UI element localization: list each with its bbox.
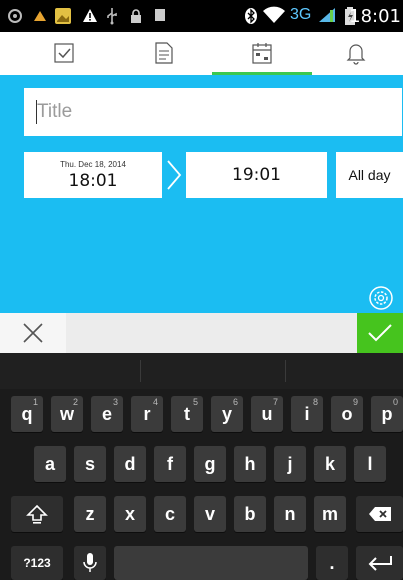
key-l[interactable]: l — [354, 446, 386, 482]
key-f[interactable]: f — [154, 446, 186, 482]
wifi-icon — [263, 6, 285, 23]
key-m[interactable]: m — [314, 496, 346, 532]
start-time: 18:01 — [68, 171, 118, 191]
app-notification-icon — [34, 11, 46, 21]
suggestion-divider — [285, 360, 286, 382]
key-h[interactable]: h — [234, 446, 266, 482]
key-b[interactable]: b — [234, 496, 266, 532]
tab-reminders[interactable] — [306, 32, 403, 74]
tab-notes[interactable] — [114, 32, 214, 74]
key-z[interactable]: z — [74, 496, 106, 532]
gear-icon[interactable] — [368, 285, 394, 311]
start-datetime-button[interactable]: Thu. Dec 18, 2014 18:01 — [24, 152, 162, 198]
key-d[interactable]: d — [114, 446, 146, 482]
bell-icon — [346, 44, 366, 65]
check-icon — [368, 324, 392, 342]
key-e[interactable]: e3 — [91, 396, 123, 432]
all-day-button[interactable]: All day — [336, 152, 403, 198]
end-time-button[interactable]: 19:01 — [186, 152, 327, 198]
suggestion-strip — [0, 353, 403, 389]
lock-icon — [131, 9, 141, 23]
voice-input-key[interactable] — [74, 546, 106, 580]
key-j[interactable]: j — [274, 446, 306, 482]
symbols-key[interactable]: ?123 — [11, 546, 63, 580]
shift-icon — [26, 504, 48, 524]
confirm-button[interactable] — [357, 313, 403, 353]
key-i[interactable]: i8 — [291, 396, 323, 432]
start-date: Thu. Dec 18, 2014 — [60, 160, 126, 169]
key-u[interactable]: u7 — [251, 396, 283, 432]
tab-tasks[interactable] — [14, 32, 114, 74]
storage-icon — [155, 9, 165, 21]
enter-icon — [368, 556, 392, 571]
status-clock: 18:01 — [349, 6, 401, 27]
network-type: 3G — [290, 6, 312, 23]
key-v[interactable]: v — [194, 496, 226, 532]
space-bar[interactable] — [114, 546, 308, 580]
chevron-right-icon — [167, 160, 182, 190]
key-y[interactable]: y6 — [211, 396, 243, 432]
tab-bar — [0, 32, 403, 74]
suggestion-divider — [140, 360, 141, 382]
shift-key[interactable] — [11, 496, 63, 532]
image-notification-icon — [55, 8, 71, 24]
backspace-icon — [368, 507, 391, 521]
key-n[interactable]: n — [274, 496, 306, 532]
key-w[interactable]: w2 — [51, 396, 83, 432]
bluetooth-icon — [245, 8, 257, 24]
key-g[interactable]: g — [194, 446, 226, 482]
end-time: 19:01 — [232, 165, 281, 185]
warning-icon — [83, 9, 97, 22]
title-input[interactable] — [24, 88, 402, 136]
key-x[interactable]: x — [114, 496, 146, 532]
key-r[interactable]: r4 — [131, 396, 163, 432]
microphone-icon — [83, 553, 97, 572]
calendar-icon — [252, 43, 272, 64]
signal-icon — [319, 8, 335, 22]
text-cursor — [36, 100, 37, 124]
document-icon — [155, 42, 173, 64]
notification-icon — [8, 9, 22, 23]
all-day-label: All day — [348, 167, 391, 183]
tab-calendar[interactable] — [212, 32, 312, 74]
status-bar: 3G 18:01 — [0, 0, 403, 32]
key-k[interactable]: k — [314, 446, 346, 482]
key-q[interactable]: q1 — [11, 396, 43, 432]
key-t[interactable]: t5 — [171, 396, 203, 432]
close-icon — [23, 323, 43, 343]
period-key[interactable]: . — [316, 546, 348, 580]
key-o[interactable]: o9 — [331, 396, 363, 432]
cancel-button[interactable] — [0, 313, 66, 353]
checkbox-icon — [54, 43, 74, 63]
usb-icon — [107, 8, 117, 25]
enter-key[interactable] — [356, 546, 403, 580]
key-p[interactable]: p0 — [371, 396, 403, 432]
key-s[interactable]: s — [74, 446, 106, 482]
key-c[interactable]: c — [154, 496, 186, 532]
key-a[interactable]: a — [34, 446, 66, 482]
backspace-key[interactable] — [356, 496, 403, 532]
